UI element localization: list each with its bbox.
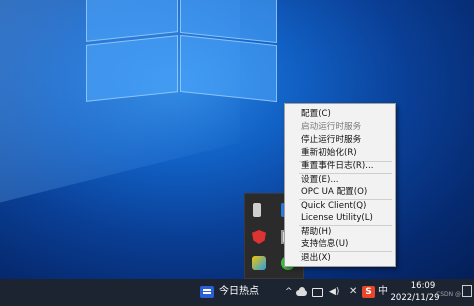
clock-time[interactable]: 16:09: [400, 281, 446, 291]
menu-item-quick-client[interactable]: Quick Client(Q): [285, 200, 395, 212]
news-widget-label[interactable]: 今日热点: [219, 286, 259, 298]
menu-item-license-utility[interactable]: License Utility(L): [285, 212, 395, 224]
shield-icon[interactable]: [252, 230, 266, 244]
menu-item-support-info[interactable]: 支持信息(U): [285, 238, 395, 250]
show-hidden-icons-chevron-icon[interactable]: ^: [285, 286, 293, 298]
windows-logo-pane: [86, 35, 178, 102]
menu-item-opc-ua-config[interactable]: OPC UA 配置(O): [285, 186, 395, 198]
notification-icon[interactable]: [462, 285, 472, 297]
pen-icon[interactable]: [253, 203, 261, 217]
app-icon[interactable]: [252, 256, 266, 270]
desktop-wallpaper: [0, 0, 474, 279]
menu-item-settings[interactable]: 设置(E)...: [285, 174, 395, 186]
menu-item-start-runtime: 启动运行时服务: [301, 122, 362, 132]
menu-item-help[interactable]: 帮助(H): [285, 226, 395, 238]
menu-item-reset-event-log[interactable]: 重置事件日志(R)...: [285, 160, 395, 172]
menu-item-stop-runtime[interactable]: 停止运行时服务: [285, 134, 395, 146]
cloud-icon[interactable]: [296, 286, 308, 298]
windows-logo-pane: [180, 34, 277, 103]
volume-icon[interactable]: ◀): [329, 286, 339, 298]
menu-item-configure[interactable]: 配置(C): [285, 108, 395, 120]
menu-item-exit[interactable]: 退出(X): [285, 252, 395, 264]
context-menu: 配置(C) 启动运行时服务 停止运行时服务 重新初始化(R) 重置事件日志(R)…: [284, 103, 396, 267]
watermark: CSDN @: [436, 291, 462, 298]
close-circle-icon[interactable]: ✕: [349, 286, 357, 298]
network-icon[interactable]: [312, 288, 323, 297]
menu-item-reinitialize[interactable]: 重新初始化(R): [285, 147, 395, 159]
news-icon[interactable]: [200, 286, 214, 298]
sogou-input-icon[interactable]: S: [362, 286, 375, 298]
